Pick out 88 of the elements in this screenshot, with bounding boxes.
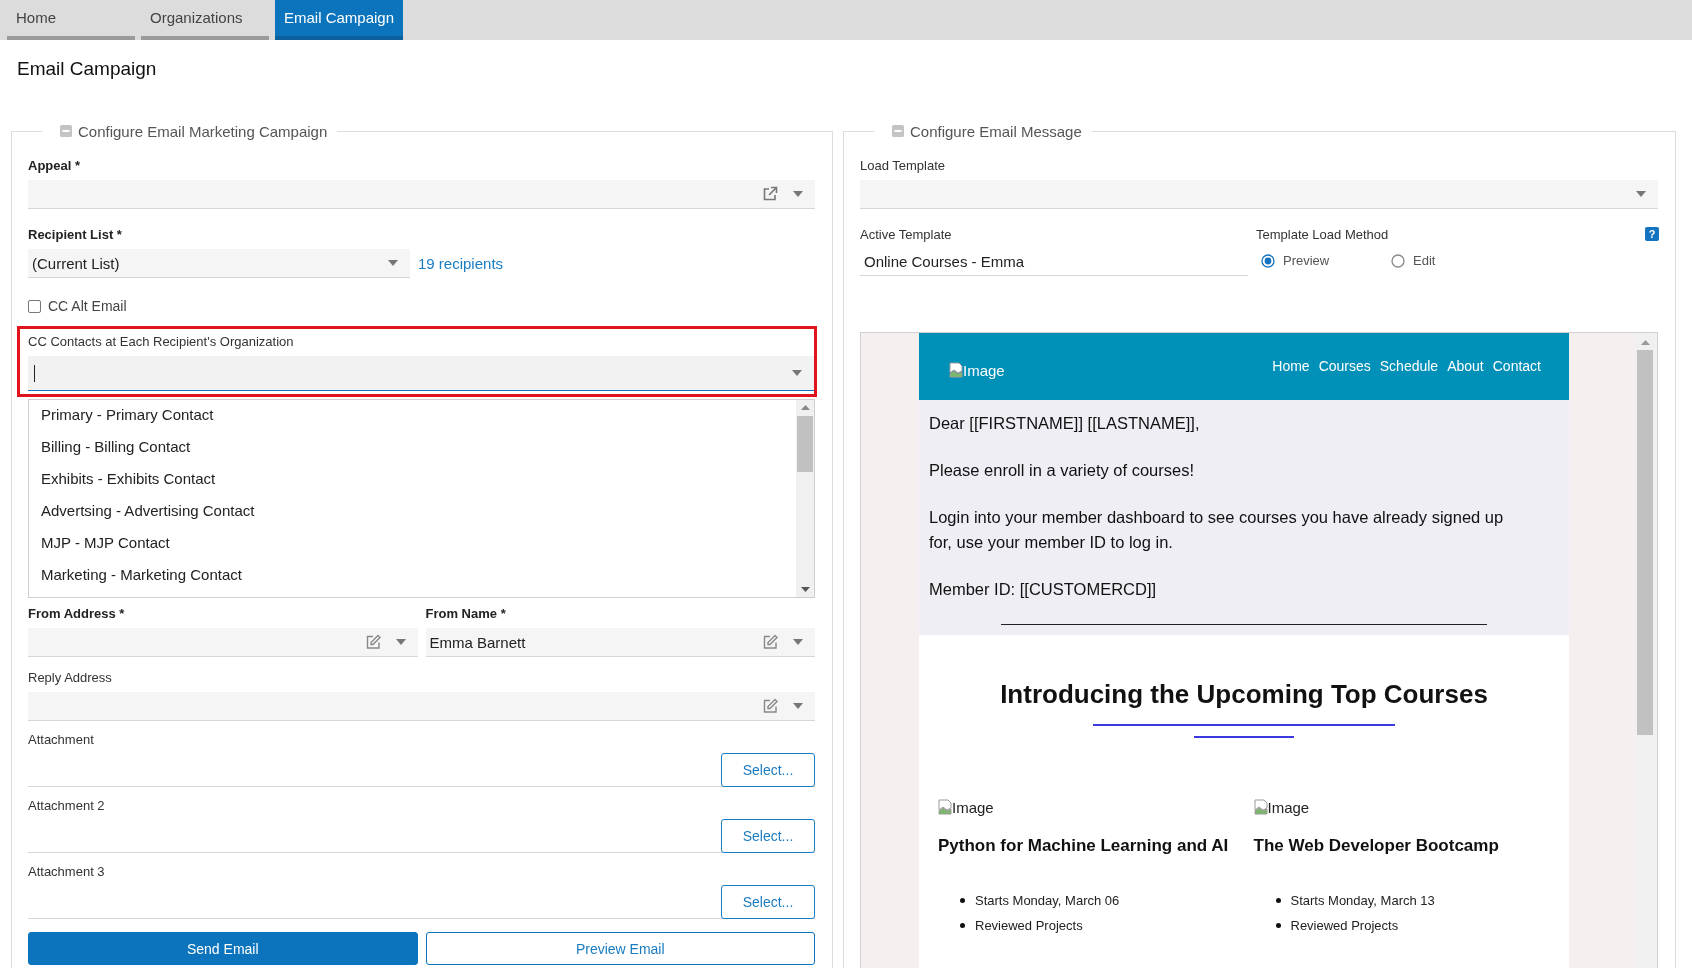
broken-image-icon	[938, 799, 952, 815]
radio-button[interactable]	[1391, 253, 1405, 268]
caret-icon[interactable]	[793, 639, 803, 645]
dropdown-option[interactable]: Marketing - Marketing Contact	[29, 561, 796, 593]
list-item: Reviewed Projects	[1290, 918, 1399, 933]
bullet-icon	[1275, 898, 1281, 903]
select-button[interactable]: Select...	[721, 753, 815, 787]
field-label: Reply Address	[28, 670, 112, 686]
caret-icon[interactable]	[395, 639, 406, 645]
dropdown-option[interactable]: Exhibits - Exhibits Contact	[29, 465, 796, 497]
radio-label: Edit	[1413, 253, 1436, 268]
field-label: CC Contacts at Each Recipient's Organization	[28, 334, 294, 350]
panel-title: Configure Email Marketing Campaign	[78, 122, 328, 140]
select-button[interactable]: Select...	[721, 885, 815, 919]
tab[interactable]: Home	[7, 0, 135, 40]
field-label: Attachment 3	[28, 864, 105, 880]
field-label: Recipient List *	[28, 227, 122, 243]
page-title: Email Campaign	[17, 57, 157, 81]
field-label: Template Load Method	[1256, 227, 1389, 243]
send-button[interactable]: Send Email	[28, 932, 418, 965]
radio-button[interactable]	[1261, 253, 1275, 268]
scrollbar-thumb[interactable]	[1637, 350, 1653, 735]
scroll-up-icon[interactable]	[1640, 340, 1650, 345]
message-paragraph: Dear [[FIRSTNAME]] [[LASTNAME]],	[929, 413, 1201, 434]
image-alt-text: Image	[952, 799, 994, 816]
caret-icon[interactable]	[1636, 191, 1646, 197]
field-label: Attachment 2	[28, 798, 105, 814]
bullet-icon	[960, 898, 965, 903]
contacts-dropdown[interactable]	[28, 356, 814, 391]
active-template-field: Online Courses - Emma	[860, 247, 1248, 276]
list-item: Starts Monday, March 06	[975, 893, 1120, 908]
course-title: Python for Machine Learning and AI	[938, 836, 1230, 856]
dropdown-option[interactable]: Billing - Billing Contact	[29, 433, 796, 465]
caret-icon[interactable]	[792, 370, 802, 376]
bullet-icon	[1275, 923, 1281, 928]
from-name-dropdown[interactable]: Emma Barnett	[425, 628, 815, 657]
nav-link[interactable]: About	[1447, 358, 1484, 374]
nav-link[interactable]: Home	[1272, 358, 1310, 374]
nav-link[interactable]: Courses	[1318, 358, 1371, 374]
bullet-icon	[960, 923, 965, 928]
scroll-up-icon[interactable]	[800, 405, 810, 410]
nav-link[interactable]: Contact	[1492, 358, 1541, 374]
scrollbar[interactable]	[796, 400, 814, 597]
field-label: Load Template	[860, 158, 946, 174]
edit-icon[interactable]	[762, 634, 778, 650]
checkbox[interactable]	[28, 299, 41, 313]
dropdown-option[interactable]: MJP - MJP Contact	[29, 529, 796, 561]
collapse-icon[interactable]	[60, 125, 72, 137]
broken-image-icon	[1253, 799, 1268, 815]
field-label: From Name *	[425, 606, 506, 622]
list-item: Starts Monday, March 13	[1290, 893, 1435, 908]
caret-icon[interactable]	[793, 703, 803, 709]
external-link-icon[interactable]	[762, 186, 778, 202]
field-label: Appeal *	[28, 158, 80, 174]
panel-title: Configure Email Message	[910, 122, 1082, 140]
tab[interactable]: Organizations	[141, 0, 269, 40]
course-title: The Web Developer Bootcamp	[1253, 836, 1500, 856]
list-item: Reviewed Projects	[975, 918, 1083, 933]
nav-link[interactable]: Schedule	[1379, 358, 1439, 374]
image-alt-text: Image	[963, 361, 1005, 379]
dropdown-option[interactable]: Primary - Primary Contact	[29, 401, 796, 433]
field-label: Active Template	[860, 227, 952, 243]
select-button[interactable]: Select...	[721, 819, 815, 853]
caret-icon[interactable]	[793, 191, 803, 197]
field-label: Attachment	[28, 732, 94, 748]
radio-label: Preview	[1283, 253, 1330, 268]
scrollbar[interactable]	[1635, 333, 1655, 968]
recipient-list-dropdown[interactable]: (Current List)	[28, 249, 410, 278]
message-paragraph: Member ID: [[CUSTOMERCD]]	[929, 579, 1158, 600]
scroll-down-icon[interactable]	[800, 587, 810, 592]
dropdown-option[interactable]: Advertsing - Advertising Contact	[29, 497, 796, 529]
text-cursor	[34, 364, 35, 382]
field-label: From Address *	[28, 606, 125, 622]
edit-icon[interactable]	[364, 634, 381, 650]
edit-icon[interactable]	[762, 698, 778, 714]
recipients-link[interactable]: 19 recipients	[418, 255, 504, 272]
preview-button[interactable]: Preview Email	[425, 932, 815, 965]
message-paragraph: Please enroll in a variety of courses!	[929, 460, 1196, 481]
tab[interactable]: Email Campaign	[275, 0, 403, 40]
message-paragraph: Login into your member dashboard to see courses you have already signed up for, use your member ID to log in.	[929, 507, 1505, 553]
caret-icon[interactable]	[388, 260, 398, 266]
checkbox-label: CC Alt Email	[48, 298, 127, 314]
broken-image-icon	[949, 361, 963, 378]
image-alt-text: Image	[1267, 799, 1310, 816]
section-heading: Introducing the Upcoming Top Courses	[1000, 679, 1488, 710]
collapse-icon[interactable]	[892, 125, 904, 137]
scrollbar-thumb[interactable]	[797, 416, 813, 472]
help-button[interactable]: ?	[1645, 227, 1659, 241]
